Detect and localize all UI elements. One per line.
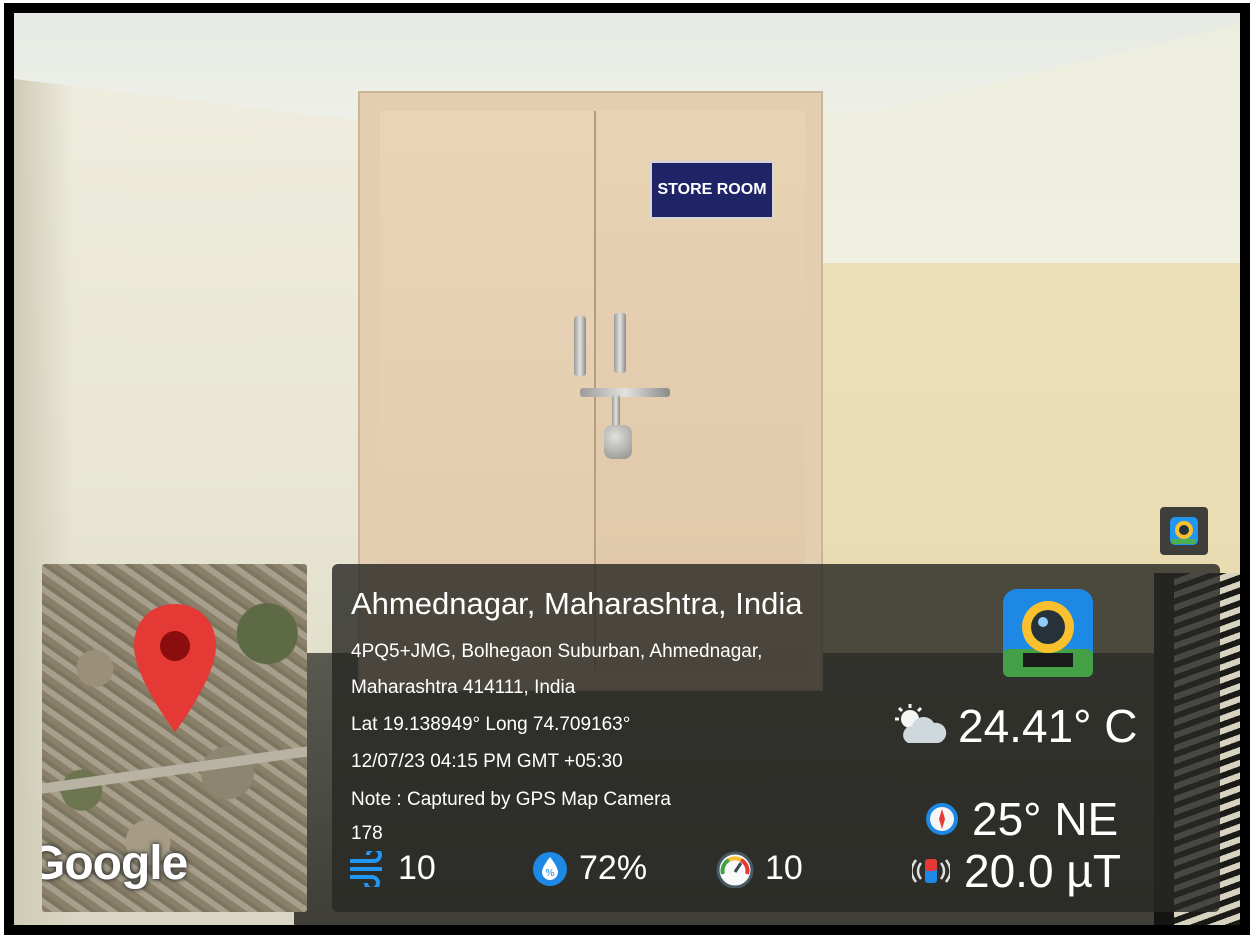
wind-icon [350,850,382,887]
wind-metric: 10 [348,849,436,888]
pressure-value: 10 [765,849,803,887]
handle-right [614,313,626,373]
address-line-1: 4PQ5+JMG, Bolhegaon Suburban, Ahmednagar… [351,641,763,662]
address-line-2: Maharashtra 414111, India [351,677,576,698]
camera-app-icon [1170,517,1198,545]
pressure-metric: 10 [715,849,803,888]
humidity-icon: % [533,851,567,886]
compass-value: 25° NE [972,793,1119,845]
partly-cloudy-icon [895,704,947,743]
location-title: Ahmednagar, Maharashtra, India [351,586,803,621]
magnetic-field-icon [912,859,950,883]
store-room-sign: STORE ROOM [650,161,774,219]
gauge-icon [716,851,754,888]
latch-stem [612,395,620,429]
corner-app-logo [1160,507,1208,555]
temperature-value: 24.41° C [958,700,1138,752]
wind-value: 10 [398,849,436,887]
map-thumbnail[interactable]: Google [42,564,307,912]
compass-row: 25° NE [924,792,1118,846]
location-pin-icon [134,604,216,732]
magnetic-value: 20.0 µT [964,845,1121,897]
datetime: 12/07/23 04:15 PM GMT +05:30 [351,751,623,772]
latch-bar [580,388,670,397]
photo-scene: STORE ROOM Google Ahmednagar, Maharashtr… [14,13,1240,925]
gps-map-camera-logo [1001,587,1095,679]
magnetic-field-row: 20.0 µT [912,844,1121,898]
humidity-value: 72% [579,849,648,887]
camera-app-icon [1003,589,1093,677]
lat-long: Lat 19.138949° Long 74.709163° [351,714,631,735]
capture-note: Note : Captured by GPS Map Camera [351,789,671,810]
svg-text:%: % [545,868,555,879]
humidity-metric: % 72% [531,849,647,888]
compass-icon [926,803,958,835]
temperature-row: 24.41° C [892,699,1138,753]
photo-frame: STORE ROOM Google Ahmednagar, Maharashtr… [4,3,1250,935]
handle-left [574,316,586,376]
altitude-value: 178 [351,823,383,844]
map-road [42,741,307,797]
gps-info-card: Ahmednagar, Maharashtra, India 4PQ5+JMG,… [332,564,1220,912]
google-logo-text: Google [42,837,188,890]
padlock [604,425,632,459]
